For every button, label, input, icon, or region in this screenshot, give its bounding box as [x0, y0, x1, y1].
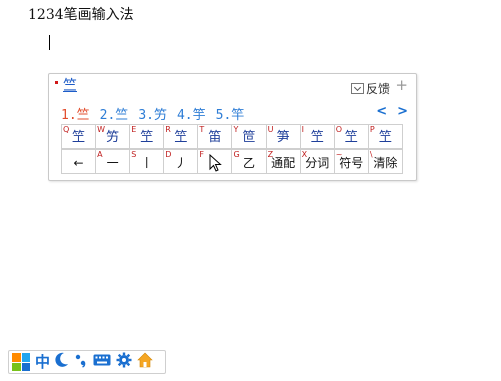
key-symbols[interactable]: ~ 符号 [334, 150, 369, 174]
gear-icon[interactable] [116, 352, 132, 372]
key-y[interactable]: Y笸 [232, 125, 267, 149]
key-f[interactable]: F [198, 150, 233, 174]
feedback-label: 反馈 [365, 82, 390, 96]
key-x-segment[interactable]: X 分词 [300, 150, 335, 174]
candidate-list: 1.竺 2.竺 3.竻 4.竽 5.竿 [61, 104, 245, 123]
ime-candidate-panel: 竺 反馈 + 1.竺 2.竺 3.竻 4.竽 5.竿 < > Q笁 W竻 E笁 … [48, 73, 417, 181]
moon-icon[interactable] [55, 352, 69, 372]
key-t[interactable]: T笛 [198, 125, 233, 149]
key-g-zhe[interactable]: G乙 [232, 150, 267, 174]
candidate-3[interactable]: 3.竻 [138, 104, 167, 123]
key-w[interactable]: W竻 [96, 125, 131, 149]
mouse-cursor-icon [209, 154, 223, 172]
key-i[interactable]: I笁 [300, 125, 335, 149]
key-p[interactable]: P笁 [368, 125, 403, 149]
key-q[interactable]: Q笁 [62, 125, 97, 149]
status-dot [55, 81, 58, 84]
key-a-heng[interactable]: A一 [96, 150, 131, 174]
text-caret [49, 35, 50, 50]
candidate-4[interactable]: 4.竽 [177, 104, 206, 123]
key-s-shu[interactable]: S丨 [130, 150, 165, 174]
key-r[interactable]: R笁 [164, 125, 199, 149]
next-page-button[interactable]: > [397, 104, 408, 119]
key-d-pie[interactable]: D丿 [164, 150, 199, 174]
ime-header: 竺 反馈 + [49, 74, 416, 99]
chinese-mode-toggle[interactable]: 中 [35, 353, 50, 371]
document-title: 1234笔画输入法 [28, 7, 134, 23]
candidate-5[interactable]: 5.竿 [216, 104, 245, 123]
ime-logo-icon[interactable] [12, 353, 30, 371]
candidate-1[interactable]: 1.竺 [61, 104, 90, 123]
home-icon[interactable] [137, 352, 153, 372]
feedback-icon [350, 83, 364, 94]
key-backspace[interactable]: ← [62, 150, 97, 174]
ime-status-bar: 中 [8, 350, 166, 374]
key-o[interactable]: O笁 [334, 125, 369, 149]
key-e[interactable]: E笁 [130, 125, 165, 149]
key-row-2: ← A一 S丨 D丿 F G乙 Z 通配 X 分词 ~ 符号 \ 清除 [61, 149, 403, 174]
keyboard-icon[interactable] [93, 353, 111, 371]
punctuation-icon[interactable] [74, 352, 88, 372]
composition-text: 竺 [63, 78, 77, 94]
key-z-wildcard[interactable]: Z 通配 [266, 150, 301, 174]
feedback-button[interactable]: 反馈 [350, 80, 390, 97]
candidate-2[interactable]: 2.竺 [100, 104, 129, 123]
key-clear[interactable]: \ 清除 [368, 150, 403, 174]
key-u[interactable]: U笋 [266, 125, 301, 149]
pin-icon[interactable]: + [395, 78, 408, 93]
prev-page-button[interactable]: < [376, 104, 387, 119]
key-row-1: Q笁 W竻 E笁 R笁 T笛 Y笸 U笋 I笁 O笁 P笁 [61, 124, 403, 149]
page-nav: < > [376, 104, 408, 119]
